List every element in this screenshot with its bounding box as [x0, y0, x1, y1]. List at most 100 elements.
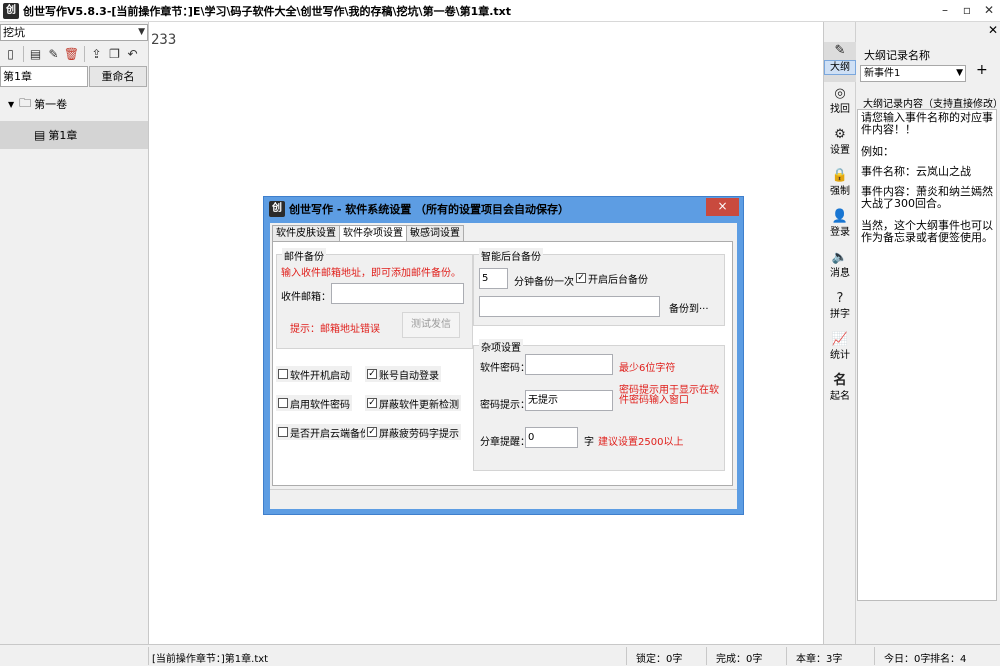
split-remind-note: 建议设置2500以上 — [598, 437, 684, 448]
checkbox-enable-backup[interactable]: ✓ 开启后台备份 — [574, 270, 650, 286]
tab-sensitive-words[interactable]: 敏感词设置 — [406, 225, 464, 242]
speaker-icon: 🔈 — [831, 250, 849, 265]
checkbox-box[interactable]: ✓ — [367, 427, 377, 437]
dialog-close-button[interactable]: × — [706, 198, 739, 216]
outline-name-label: 大纲记录名称 — [864, 49, 930, 62]
outline-content-label: 大纲记录内容（支持直接修改） — [863, 99, 1000, 110]
event-selector[interactable]: 新事件1 ▼ — [860, 65, 966, 82]
split-remind-unit: 字 — [584, 437, 594, 448]
checkbox-box[interactable]: ✓ — [576, 273, 586, 283]
settings-dialog: 创 创世写作 - 软件系统设置 （所有的设置项目会自动保存） × 软件皮肤设置 … — [263, 196, 744, 515]
split-remind-label: 分章提醒： — [480, 437, 530, 448]
new-chapter-icon[interactable]: ▤ — [27, 45, 44, 63]
backup-to-button[interactable]: 备份到··· — [669, 300, 709, 315]
status-bar: [当前操作章节：]第1章.txt 锁定：0字 完成：0字 本章：3字 今日：0字… — [0, 644, 1000, 666]
email-backup-group: 邮件备份 输入收件邮箱地址，即可添加邮件备份。 收件邮箱： 提示：邮箱地址错误 … — [276, 248, 473, 349]
checkbox-label: 账号自动登录 — [379, 370, 439, 382]
editor-content[interactable]: 233 — [151, 32, 176, 48]
naming-tool-button[interactable]: 名 起名 — [824, 372, 856, 412]
tree-item-volume[interactable]: ▼ 🗀 第一卷 — [0, 90, 148, 118]
backup-path-input[interactable] — [479, 296, 660, 317]
close-icon[interactable]: ✕ — [978, 0, 1000, 22]
app-icon: 创 — [3, 2, 19, 19]
checkbox-label: 启用软件密码 — [290, 399, 350, 411]
status-divider — [148, 647, 149, 665]
tool-label: 消息 — [830, 268, 850, 279]
outline-tool-button[interactable]: ✎ 大纲 — [824, 42, 856, 82]
minimize-icon[interactable]: – — [934, 0, 956, 22]
add-event-button[interactable]: + — [976, 62, 988, 78]
right-tool-strip: ✎ 大纲 ◎ 找回 ⚙ 设置 🔒 强制 👤 登录 🔈 消息 ? 拼字 📈 统计 … — [824, 22, 856, 644]
stats-tool-button[interactable]: 📈 统计 — [824, 331, 856, 371]
status-done: 完成：0字 — [716, 654, 763, 665]
tree-item-chapter[interactable]: ▤ 第1章 — [0, 121, 148, 149]
event-selector-value: 新事件1 — [864, 68, 901, 79]
rename-button[interactable]: 重命名 — [89, 66, 147, 87]
login-tool-button[interactable]: 👤 登录 — [824, 208, 856, 248]
checkbox-box[interactable] — [278, 398, 288, 408]
checkbox-block-fatigue[interactable]: ✓ 屏蔽疲劳码字提示 — [365, 424, 461, 440]
backup-minutes-input[interactable]: 5 — [479, 268, 508, 289]
chart-icon: 📈 — [831, 332, 849, 347]
checkbox-box[interactable] — [278, 369, 288, 379]
copy-icon[interactable]: ❐ — [106, 45, 123, 63]
password-hint: 最少6位字符 — [619, 363, 676, 374]
group-title: 杂项设置 — [479, 339, 523, 354]
settings-tool-button[interactable]: ⚙ 设置 — [824, 126, 856, 166]
password-input[interactable] — [525, 354, 613, 375]
checkbox-autostart[interactable]: 软件开机启动 — [276, 366, 352, 382]
status-locked: 锁定：0字 — [636, 654, 683, 665]
checkbox-label: 软件开机启动 — [290, 370, 350, 382]
window-title: 创世写作V5.8.3-[当前操作章节：]E\学习\码子软件大全\创世写作\我的存… — [23, 4, 512, 18]
book-selector[interactable]: 挖坑 ▼ — [0, 24, 148, 41]
misc-group: 杂项设置 软件密码： 最少6位字符 密码提示： 无提示 密码提示用于显示在软件密… — [473, 339, 725, 471]
spell-tool-button[interactable]: ? 拼字 — [824, 290, 856, 330]
new-file-icon[interactable]: ▯ — [2, 45, 19, 63]
status-rank: 排名：4 — [930, 654, 967, 665]
message-tool-button[interactable]: 🔈 消息 — [824, 249, 856, 289]
chapter-name-input[interactable]: 第1章 — [0, 66, 88, 87]
edit-chapter-icon[interactable]: ✎ — [45, 45, 62, 63]
recover-tool-button[interactable]: ◎ 找回 — [824, 85, 856, 125]
dialog-title-bar[interactable]: 创 创世写作 - 软件系统设置 （所有的设置项目会自动保存） × — [264, 197, 743, 221]
checkbox-cloud-backup[interactable]: 是否开启云端备份 — [276, 424, 372, 440]
maximize-icon[interactable]: ▫ — [956, 0, 978, 22]
group-title: 邮件备份 — [282, 248, 326, 263]
tool-label: 强制 — [830, 186, 850, 197]
checkbox-box[interactable] — [278, 427, 288, 437]
checkbox-enable-password[interactable]: 启用软件密码 — [276, 395, 352, 411]
outline-content-textarea[interactable]: 请您输入事件名称的对应事件内容！！ 例如： 事件名称：云岚山之战 事件内容：萧炎… — [857, 109, 997, 601]
password-hint-input[interactable]: 无提示 — [525, 390, 613, 411]
backup-minutes-suffix: 分钟备份一次 — [514, 277, 574, 288]
question-icon: ? — [836, 291, 844, 306]
expand-triangle-icon[interactable]: ▼ — [8, 100, 14, 109]
status-today: 今日：0字 — [884, 654, 931, 665]
checkbox-block-update[interactable]: ✓ 屏蔽软件更新检测 — [365, 395, 461, 411]
outline-line: 事件内容：萧炎和纳兰嫣然大战了300回合。 — [861, 185, 993, 210]
undo-icon[interactable]: ↶ — [124, 45, 141, 63]
tool-label: 统计 — [830, 350, 850, 361]
status-divider — [786, 647, 787, 665]
checkbox-auto-login[interactable]: ✓ 账号自动登录 — [365, 366, 441, 382]
checkbox-box[interactable]: ✓ — [367, 369, 377, 379]
delete-icon[interactable]: 🗑 — [63, 45, 80, 63]
settings-tabs: 软件皮肤设置 软件杂项设置 敏感词设置 — [272, 225, 464, 243]
close-icon[interactable]: ✕ — [988, 23, 998, 37]
export-icon[interactable]: ⇪ — [88, 45, 105, 63]
email-tip: 提示：邮箱地址错误 — [290, 324, 380, 335]
volume-label: 第一卷 — [34, 98, 68, 111]
checkbox-box[interactable]: ✓ — [367, 398, 377, 408]
test-send-button[interactable]: 测试发信 — [402, 312, 460, 338]
window-controls: – ▫ ✕ — [934, 0, 1000, 22]
status-divider — [874, 647, 875, 665]
split-remind-input[interactable]: 0 — [525, 427, 578, 448]
chevron-down-icon[interactable]: ▼ — [956, 66, 963, 81]
chevron-down-icon[interactable]: ▼ — [138, 25, 145, 40]
force-tool-button[interactable]: 🔒 强制 — [824, 167, 856, 207]
target-icon: ◎ — [834, 86, 846, 101]
tab-skin[interactable]: 软件皮肤设置 — [272, 225, 340, 242]
email-hint: 输入收件邮箱地址，即可添加邮件备份。 — [281, 268, 461, 279]
email-input[interactable] — [331, 283, 464, 304]
edit-icon: ✎ — [834, 43, 846, 58]
password-label: 软件密码： — [480, 363, 530, 374]
